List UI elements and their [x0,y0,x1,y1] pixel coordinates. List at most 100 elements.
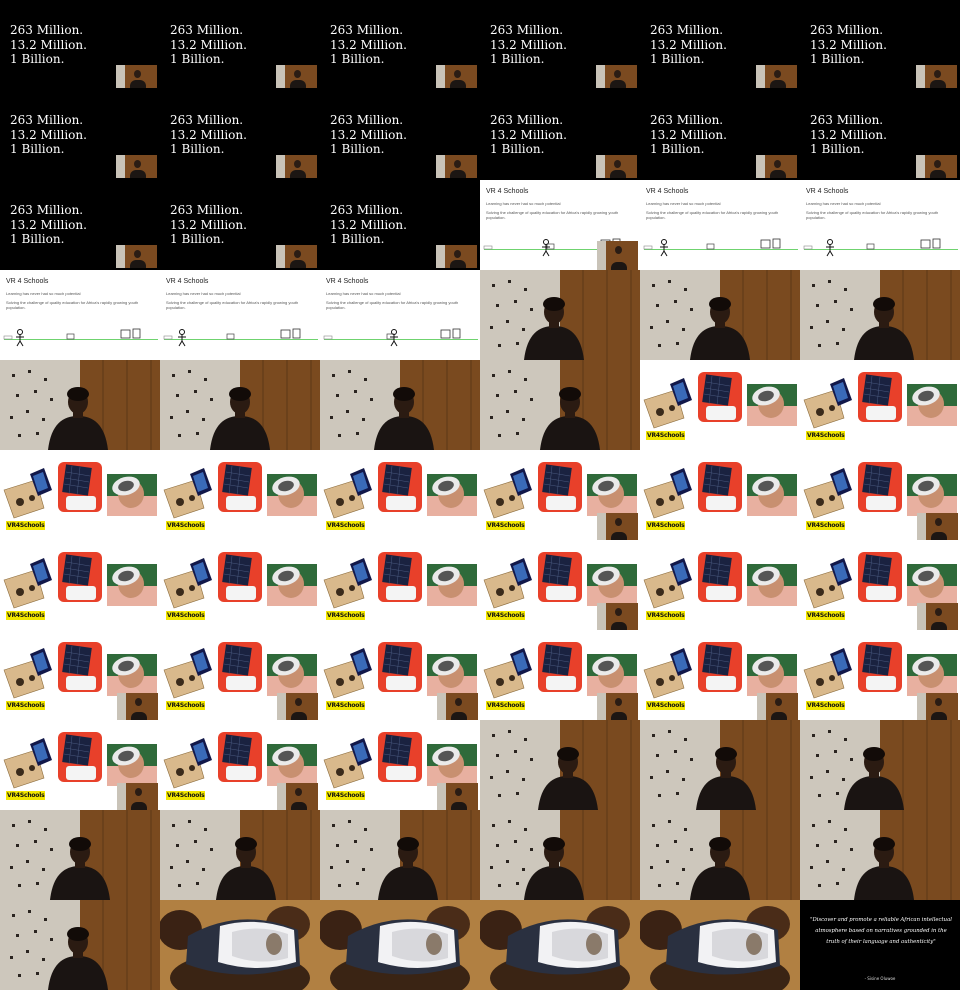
solar-lamp-icon [58,552,102,602]
frame-speaker [0,360,160,450]
stat-line: 1 Billion. [330,232,385,246]
frame-stats-slide: 263 Million. 13.2 Million. 1 Billion. [0,180,160,270]
headset-photo [747,564,797,606]
laptop-icon [280,329,291,339]
person-figure-icon [390,329,398,347]
frame-stats-slide: 263 Million. 13.2 Million. 1 Billion. [800,90,960,180]
stat-line: 263 Million. [490,113,564,127]
stat-line: 263 Million. [330,23,404,37]
headset-photo [267,564,317,606]
stat-line: 13.2 Million. [330,127,407,142]
frame-speaker [800,810,960,900]
cardboard-viewer-icon [643,468,692,519]
person-figure-icon [826,239,834,257]
vr4schools-tag: VR4Schools [646,611,686,620]
stats-text: 263 Million. 13.2 Million. 1 Billion. [810,23,887,67]
laptop-icon [120,329,131,339]
stat-line: 13.2 Million. [10,127,87,142]
speaker-pip [276,245,317,268]
frame-products-slide: VR4Schools [480,540,640,630]
vr4schools-tag: VR4Schools [806,701,846,710]
stats-text: 263 Million. 13.2 Million. 1 Billion. [650,23,727,67]
speaker-figure [210,387,270,450]
speaker-figure [844,747,904,810]
stats-text: 263 Million. 13.2 Million. 1 Billion. [650,113,727,157]
headset-photo [907,654,957,696]
cardboard-viewer-icon [323,738,372,789]
frame-speaker [480,270,640,360]
cardboard-viewer-icon [163,468,212,519]
frame-stats-slide: 263 Million. 13.2 Million. 1 Billion. [0,90,160,180]
frame-quote-slide: "Discover and promote a reliable African… [800,900,960,990]
headset-photo [107,744,157,786]
stats-text: 263 Million. 13.2 Million. 1 Billion. [10,113,87,157]
solar-lamp-icon [538,642,582,692]
headset-photo [107,654,157,696]
frame-products-slide: VR4Schools [640,630,800,720]
stats-text: 263 Million. 13.2 Million. 1 Billion. [170,23,247,67]
solar-lamp-icon [858,462,902,512]
speaker-pip [437,693,478,720]
solar-lamp-icon [58,732,102,782]
vr-illustration [323,328,461,347]
speaker-figure [540,387,600,450]
stat-line: 1 Billion. [650,52,705,66]
solar-lamp-icon [698,552,742,602]
stat-line: 263 Million. [330,113,404,127]
frame-stats-slide: 263 Million. 13.2 Million. 1 Billion. [480,0,640,90]
stat-line: 13.2 Million. [490,37,567,52]
person-figure-icon [660,239,668,257]
stat-line: 263 Million. [330,203,404,217]
solar-lamp-icon [378,732,422,782]
stats-text: 263 Million. 13.2 Million. 1 Billion. [810,113,887,157]
stat-line: 263 Million. [170,23,244,37]
stat-line: 13.2 Million. [170,217,247,232]
speaker-pip [436,245,477,268]
frame-speaker [480,360,640,450]
vr4schools-tag: VR4Schools [806,431,846,440]
speaker-figure [378,837,438,900]
vr4schools-tag: VR4Schools [806,521,846,530]
tablet-icon [866,243,875,250]
stat-line: 263 Million. [10,203,84,217]
frame-speaker [160,360,320,450]
frame-speaker [800,720,960,810]
stat-line: 1 Billion. [490,142,545,156]
frame-speaker [480,810,640,900]
vr4schools-tag: VR4Schools [166,521,206,530]
speaker-pip [596,65,637,88]
frame-stats-slide: 263 Million. 13.2 Million. 1 Billion. [640,0,800,90]
vr4schools-tag: VR4Schools [486,701,526,710]
stat-line: 263 Million. [810,113,884,127]
frame-products-slide: VR4Schools [160,540,320,630]
stat-line: 1 Billion. [170,142,225,156]
frame-speaker [320,810,480,900]
thumbnail-grid: 263 Million. 13.2 Million. 1 Billion. 26… [0,0,960,990]
speaker-figure [524,297,584,360]
vr4schools-tag: VR4Schools [646,701,686,710]
vr4schools-tag: VR4Schools [806,611,846,620]
stat-line: 1 Billion. [10,52,65,66]
stat-line: 263 Million. [650,23,724,37]
vr4schools-tag: VR4Schools [326,521,366,530]
vr4schools-tag: VR4Schools [326,611,366,620]
cardboard-viewer-icon [323,648,372,699]
stats-text: 263 Million. 13.2 Million. 1 Billion. [10,203,87,247]
speaker-figure [48,387,108,450]
frame-speaker [160,810,320,900]
frame-vr-slide: VR 4 Schools Learning has never had so m… [0,270,160,360]
vr-headset-closeup [320,900,480,990]
speaker-pip [916,155,957,178]
vr-illustration [803,238,941,257]
speaker-pip [276,155,317,178]
frame-speaker [640,810,800,900]
stat-line: 1 Billion. [10,232,65,246]
speaker-pip [917,513,958,540]
stat-line: 13.2 Million. [650,127,727,142]
solar-lamp-icon [58,642,102,692]
solar-lamp-icon [538,552,582,602]
headset-photo [267,654,317,696]
vr4schools-tag: VR4Schools [166,701,206,710]
vr4schools-tag: VR4Schools [646,431,686,440]
speaker-figure [696,747,756,810]
